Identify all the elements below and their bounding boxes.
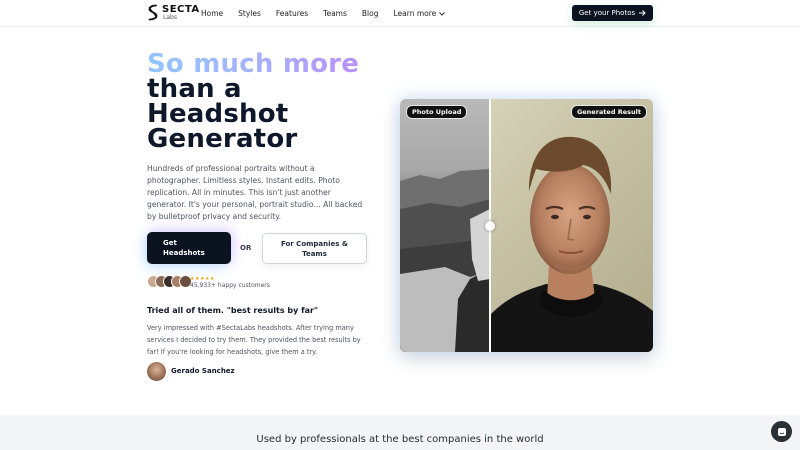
generated-result-tag: Generated Result: [570, 105, 647, 119]
chat-icon: [777, 427, 786, 436]
author-name: Gerado Sanchez: [171, 367, 235, 375]
brand-logo[interactable]: SECTA Labs: [147, 4, 200, 21]
hero-description: Hundreds of professional portraits witho…: [147, 164, 363, 221]
chat-widget-button[interactable]: [771, 421, 792, 442]
nav-features[interactable]: Features: [276, 9, 308, 18]
get-headshots-line-1: Get: [163, 239, 177, 247]
testimonial-body: Very impressed with #SectaLabs headshots…: [147, 324, 361, 356]
arrow-right-icon: [639, 10, 646, 16]
companies-teams-line-2: Teams: [302, 250, 327, 258]
before-after-comparison: Photo Upload Generated Result: [400, 99, 653, 352]
get-headshots-button[interactable]: Get Headshots: [147, 232, 231, 264]
top-navbar: SECTA Labs Home Styles Features Teams Bl…: [0, 0, 800, 27]
companies-band-text: Used by professionals at the best compan…: [256, 434, 544, 445]
companies-teams-line-1: For Companies &: [280, 240, 348, 248]
brand-name: SECTA: [162, 3, 200, 15]
nav-learn-more-label: Learn more: [393, 9, 437, 18]
nav-blog[interactable]: Blog: [362, 9, 379, 18]
secta-logo-icon: [148, 4, 158, 21]
customers-count: 45,933+ happy customers: [190, 282, 270, 289]
brand-sub: Labs: [163, 13, 177, 21]
nav-teams[interactable]: Teams: [323, 9, 347, 18]
generated-portrait: [491, 99, 653, 352]
get-headshots-line-2: Headshots: [163, 249, 205, 257]
nav-links: Home Styles Features Teams Blog Learn mo…: [201, 9, 460, 18]
hero-title: So much more than a Headshot Generator: [147, 51, 397, 154]
nav-styles[interactable]: Styles: [238, 9, 261, 18]
uploaded-photo: [400, 99, 490, 352]
author-avatar: [147, 362, 166, 381]
nav-learn-more[interactable]: Learn more: [393, 9, 446, 18]
testimonial-title: Tried all of them. "best results by far": [147, 306, 319, 315]
get-photos-label: Get your Photos: [578, 9, 636, 17]
customer-avatars: [147, 275, 192, 288]
get-photos-button[interactable]: Get your Photos: [572, 5, 653, 21]
photo-upload-tag: Photo Upload: [406, 105, 468, 119]
uploaded-photo-scene: [400, 169, 490, 352]
nav-home[interactable]: Home: [201, 9, 223, 18]
comparison-slider-handle[interactable]: [485, 221, 495, 231]
or-separator: OR: [240, 244, 252, 252]
generated-portrait-figure: [491, 136, 653, 352]
hero-title-line-4: Generator: [147, 124, 298, 154]
chevron-down-icon: [439, 11, 446, 16]
companies-teams-button[interactable]: For Companies & Teams: [262, 233, 367, 264]
